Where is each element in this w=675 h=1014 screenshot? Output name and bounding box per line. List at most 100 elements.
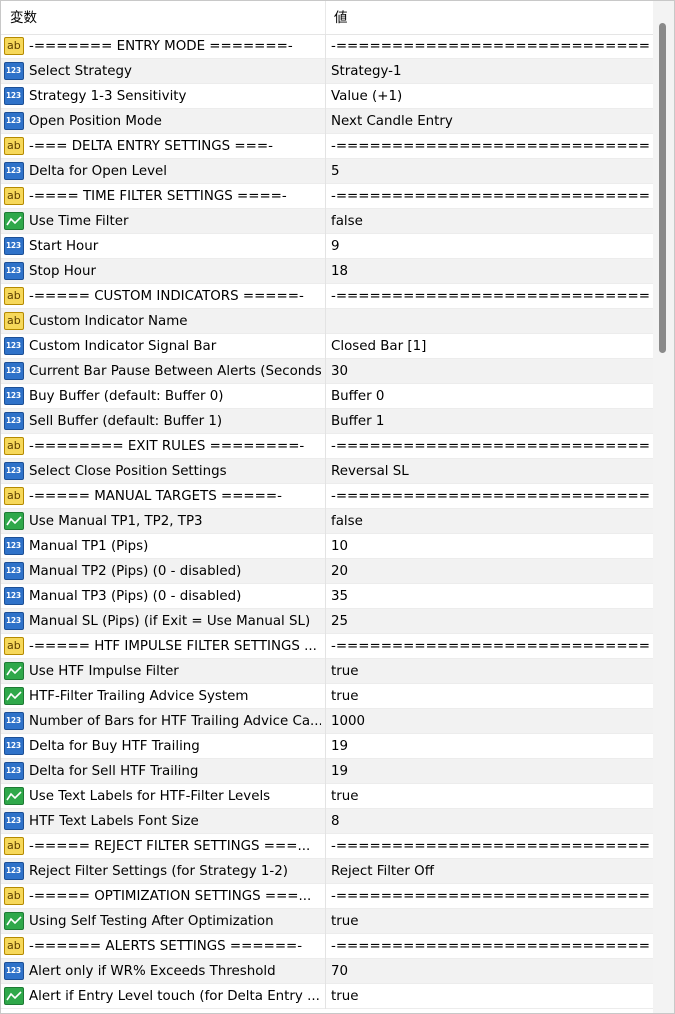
- parameter-value[interactable]: 35: [331, 584, 649, 609]
- parameter-row[interactable]: Alert if Entry Level touch (for Delta En…: [1, 984, 653, 1009]
- parameter-value[interactable]: true: [331, 909, 649, 934]
- parameter-row[interactable]: 123 Strategy 1-3 Sensitivity Value (+1): [1, 84, 653, 109]
- parameter-name: Use HTF Impulse Filter: [29, 664, 179, 679]
- column-header-value[interactable]: 値: [334, 1, 634, 34]
- parameter-value[interactable]: -==============================...: [331, 184, 649, 209]
- parameter-row[interactable]: 123 Alert only if WR% Exceeds Threshold 70: [1, 959, 653, 984]
- parameter-name: Manual TP1 (Pips): [29, 539, 149, 554]
- parameter-row[interactable]: 123 Buy Buffer (default: Buffer 0) Buffer …: [1, 384, 653, 409]
- parameter-value[interactable]: -==============================...: [331, 284, 649, 309]
- parameter-row[interactable]: ab -===== MANUAL TARGETS =====- -=========…: [1, 484, 653, 509]
- parameter-row[interactable]: ab -======== EXIT RULES ========- -=======…: [1, 434, 653, 459]
- parameter-name: -====== ALERTS SETTINGS ======-: [29, 939, 303, 954]
- parameter-value[interactable]: Closed Bar [1]: [331, 334, 649, 359]
- parameter-value[interactable]: 18: [331, 259, 649, 284]
- parameter-row[interactable]: 123 Delta for Open Level 5: [1, 159, 653, 184]
- parameter-value[interactable]: 19: [331, 759, 649, 784]
- parameter-value[interactable]: 20: [331, 559, 649, 584]
- column-divider[interactable]: [325, 1, 326, 34]
- parameter-value[interactable]: 70: [331, 959, 649, 984]
- parameter-value[interactable]: false: [331, 209, 649, 234]
- parameter-row[interactable]: ab -====== ALERTS SETTINGS ======- -======…: [1, 934, 653, 959]
- parameter-value[interactable]: 19: [331, 734, 649, 759]
- column-divider: [325, 59, 326, 84]
- parameter-row[interactable]: 123 Current Bar Pause Between Alerts (Sec…: [1, 359, 653, 384]
- parameter-row[interactable]: ab Custom Indicator Name: [1, 309, 653, 334]
- parameter-row[interactable]: Use Time Filter false: [1, 209, 653, 234]
- parameter-row[interactable]: 123 Number of Bars for HTF Trailing Advic…: [1, 709, 653, 734]
- parameter-value[interactable]: -==============================...: [331, 884, 649, 909]
- string-type-icon: ab: [4, 312, 24, 330]
- parameter-value[interactable]: Value (+1): [331, 84, 649, 109]
- parameter-value[interactable]: 8: [331, 809, 649, 834]
- parameter-row[interactable]: 123 Stop Hour 18: [1, 259, 653, 284]
- parameter-row[interactable]: ab -===== REJECT FILTER SETTINGS ===... -=…: [1, 834, 653, 859]
- parameter-row[interactable]: ab -======= ENTRY MODE =======- -=========…: [1, 34, 653, 59]
- string-type-icon: ab: [4, 837, 24, 855]
- parameter-value[interactable]: -==============================...: [331, 484, 649, 509]
- parameter-value[interactable]: 10: [331, 534, 649, 559]
- string-type-icon: ab: [4, 187, 24, 205]
- parameter-row[interactable]: Using Self Testing After Optimization tru…: [1, 909, 653, 934]
- parameter-value[interactable]: Next Candle Entry: [331, 109, 649, 134]
- parameter-row[interactable]: Use Text Labels for HTF-Filter Levels tru…: [1, 784, 653, 809]
- parameter-value[interactable]: 5: [331, 159, 649, 184]
- parameter-name: Sell Buffer (default: Buffer 1): [29, 414, 223, 429]
- parameter-value[interactable]: -==============================...: [331, 634, 649, 659]
- parameter-row[interactable]: 123 Open Position Mode Next Candle Entry: [1, 109, 653, 134]
- boolean-type-icon: [4, 912, 24, 930]
- parameter-value[interactable]: 9: [331, 234, 649, 259]
- parameter-row[interactable]: 123 Start Hour 9: [1, 234, 653, 259]
- parameter-value[interactable]: 25: [331, 609, 649, 634]
- parameter-value[interactable]: true: [331, 784, 649, 809]
- column-divider: [325, 209, 326, 234]
- parameter-value[interactable]: -==============================...: [331, 834, 649, 859]
- parameter-value[interactable]: Reject Filter Off: [331, 859, 649, 884]
- string-type-icon: ab: [4, 937, 24, 955]
- parameter-value[interactable]: -==============================...: [331, 134, 649, 159]
- parameter-row[interactable]: 123 Select Close Position Settings Reversa…: [1, 459, 653, 484]
- parameter-row[interactable]: 123 Delta for Sell HTF Trailing 19: [1, 759, 653, 784]
- integer-type-icon: 123: [4, 587, 24, 605]
- parameter-value[interactable]: true: [331, 684, 649, 709]
- parameter-row[interactable]: 123 Reject Filter Settings (for Strategy …: [1, 859, 653, 884]
- parameter-row[interactable]: 123 Select Strategy Strategy-1: [1, 59, 653, 84]
- scrollbar-thumb[interactable]: [659, 23, 666, 353]
- parameter-row[interactable]: ab -===== HTF IMPULSE FILTER SETTINGS ...…: [1, 634, 653, 659]
- parameter-name: Custom Indicator Signal Bar: [29, 339, 217, 354]
- parameter-value[interactable]: Buffer 0: [331, 384, 649, 409]
- parameter-name: Manual TP3 (Pips) (0 - disabled): [29, 589, 242, 604]
- parameter-value[interactable]: 30: [331, 359, 649, 384]
- parameter-row[interactable]: 123 Manual TP3 (Pips) (0 - disabled) 35: [1, 584, 653, 609]
- parameter-row[interactable]: Use Manual TP1, TP2, TP3 false: [1, 509, 653, 534]
- parameter-value[interactable]: Buffer 1: [331, 409, 649, 434]
- parameter-row[interactable]: 123 Manual TP2 (Pips) (0 - disabled) 20: [1, 559, 653, 584]
- parameter-row[interactable]: 123 HTF Text Labels Font Size 8: [1, 809, 653, 834]
- parameter-row[interactable]: ab -==== TIME FILTER SETTINGS ====- -=====…: [1, 184, 653, 209]
- parameter-value[interactable]: true: [331, 659, 649, 684]
- parameter-row[interactable]: 123 Manual TP1 (Pips) 10: [1, 534, 653, 559]
- column-header-variable[interactable]: 変数: [10, 1, 310, 34]
- parameter-row[interactable]: Use HTF Impulse Filter true: [1, 659, 653, 684]
- parameter-value[interactable]: [331, 309, 649, 334]
- parameter-value[interactable]: -==============================...: [331, 34, 649, 59]
- parameter-value[interactable]: false: [331, 509, 649, 534]
- parameter-row[interactable]: 123 Sell Buffer (default: Buffer 1) Buffer…: [1, 409, 653, 434]
- parameter-value[interactable]: -==============================...: [331, 934, 649, 959]
- parameter-row[interactable]: HTF-Filter Trailing Advice System true: [1, 684, 653, 709]
- parameter-row[interactable]: 123 Custom Indicator Signal Bar Closed Bar…: [1, 334, 653, 359]
- vertical-scrollbar[interactable]: [653, 1, 674, 1013]
- parameter-value[interactable]: Reversal SL: [331, 459, 649, 484]
- parameter-row[interactable]: ab -=== DELTA ENTRY SETTINGS ===- -=======…: [1, 134, 653, 159]
- parameter-row[interactable]: 123 Manual SL (Pips) (if Exit = Use Manua…: [1, 609, 653, 634]
- parameter-value[interactable]: 1000: [331, 709, 649, 734]
- parameter-row[interactable]: 123 Delta for Buy HTF Trailing 19: [1, 734, 653, 759]
- parameter-value[interactable]: -==============================...: [331, 434, 649, 459]
- parameter-name: Manual TP2 (Pips) (0 - disabled): [29, 564, 242, 579]
- parameter-value[interactable]: Strategy-1: [331, 59, 649, 84]
- parameter-value[interactable]: true: [331, 984, 649, 1009]
- parameter-row[interactable]: ab -===== CUSTOM INDICATORS =====- -======…: [1, 284, 653, 309]
- parameter-row[interactable]: ab -===== OPTIMIZATION SETTINGS ===... -==…: [1, 884, 653, 909]
- parameter-name: -==== TIME FILTER SETTINGS ====-: [29, 189, 287, 204]
- column-divider: [325, 809, 326, 834]
